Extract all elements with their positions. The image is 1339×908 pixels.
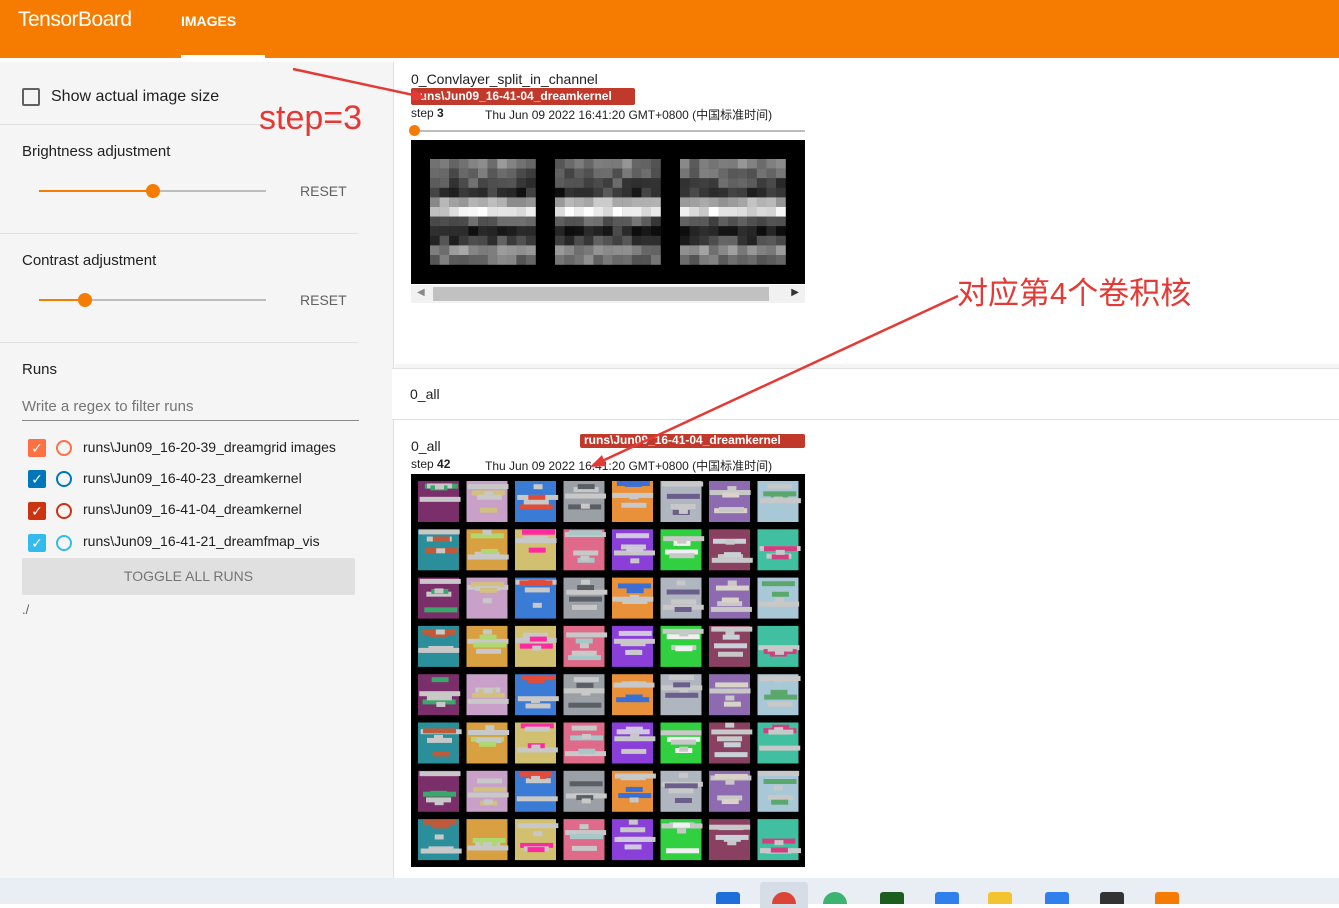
os-taskbar: [0, 878, 1339, 908]
wechat-icon[interactable]: [823, 892, 847, 904]
terminal-icon[interactable]: [1100, 892, 1124, 904]
app-icon[interactable]: [1045, 892, 1069, 904]
pycharm-icon[interactable]: [880, 892, 904, 904]
app-icon[interactable]: [1155, 892, 1179, 904]
app-icon[interactable]: [935, 892, 959, 904]
annotation-arrows: [292, 67, 959, 467]
annotation-step: step=3: [259, 99, 363, 137]
windows-start-icon[interactable]: [716, 892, 740, 904]
annotation-kernel: 对应第4个卷积核: [957, 276, 1192, 311]
file-explorer-icon[interactable]: [988, 892, 1012, 904]
